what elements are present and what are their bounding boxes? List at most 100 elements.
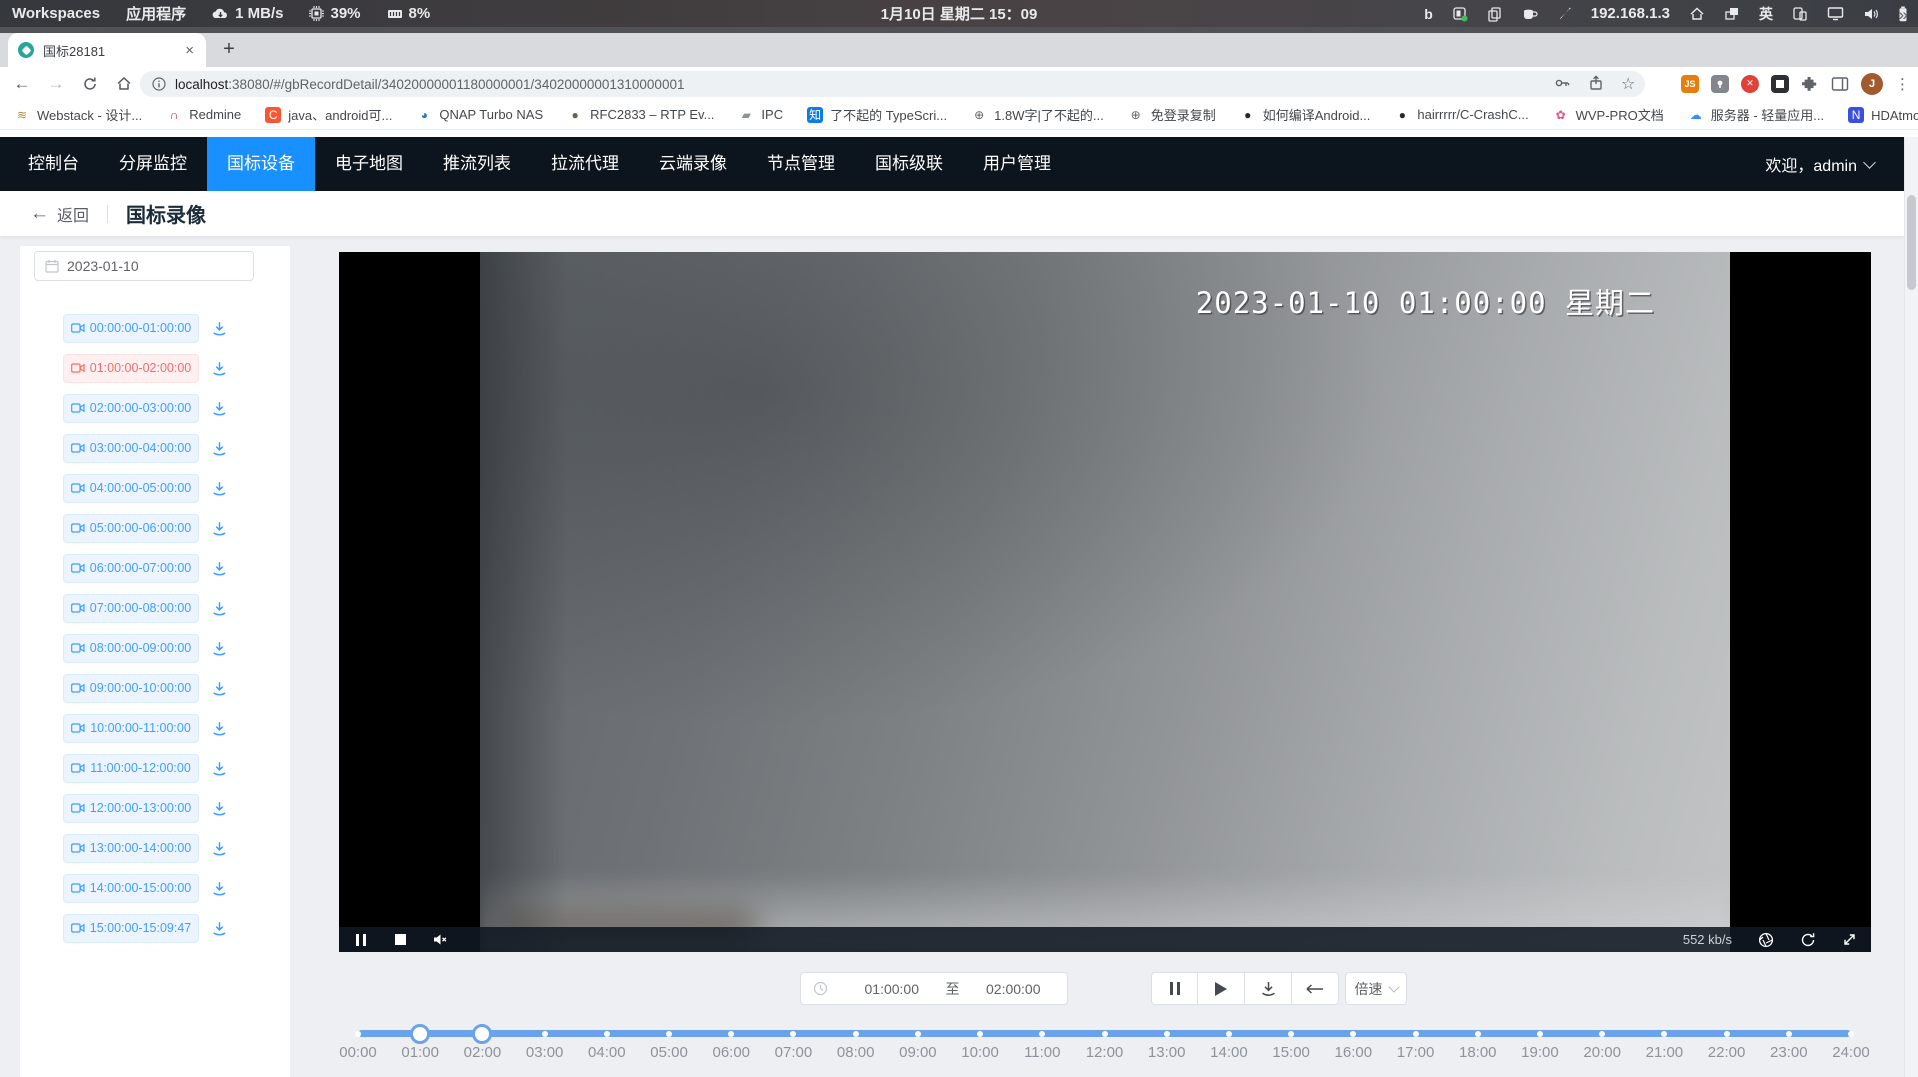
app-indicator-icon[interactable] [1452,6,1468,22]
coffee-icon[interactable] [1521,6,1538,21]
screen-cast-icon[interactable] [1792,6,1808,21]
launcher-icon[interactable]: b [1424,6,1433,22]
time-range-picker[interactable]: 01:00:00 至 02:00:00 [800,972,1068,1005]
pause-button[interactable] [1151,972,1198,1005]
segment-button[interactable]: 02:00:00-03:00:00 [63,394,199,423]
bookmark-item[interactable]: ▰IPC [738,107,783,123]
bookmark-item[interactable]: ∩Redmine [166,107,241,123]
segment-download-icon[interactable] [211,400,228,417]
download-button[interactable] [1245,972,1292,1005]
timeline-handle[interactable] [410,1024,430,1044]
nav-tab-7[interactable]: 云端录像 [639,137,747,191]
play-button[interactable] [1198,972,1245,1005]
segment-button[interactable]: 05:00:00-06:00:00 [63,514,199,543]
segment-button[interactable]: 15:00:00-15:09:47 [63,914,199,943]
extensions-puzzle-icon[interactable] [1801,75,1819,93]
bookmark-item[interactable]: ⊕1.8W字|了不起的... [971,105,1104,124]
bookmark-item[interactable]: ◕QNAP Turbo NAS [416,107,543,123]
timeline-handle[interactable] [472,1024,492,1044]
segment-download-icon[interactable] [211,320,228,337]
nav-tab-4[interactable]: 电子地图 [315,137,423,191]
fullscreen-icon[interactable] [1842,932,1857,947]
bookmarks-overflow-icon[interactable]: » [1899,0,1908,30]
share-icon[interactable] [1587,74,1606,93]
segment-button[interactable]: 03:00:00-04:00:00 [63,434,199,463]
bookmark-item[interactable]: ✿WVP-PRO文档 [1553,105,1664,124]
extension-js-icon[interactable]: JS [1681,75,1699,93]
segment-button[interactable]: 01:00:00-02:00:00 [63,354,199,383]
nav-tab-8[interactable]: 节点管理 [747,137,855,191]
segment-button[interactable]: 07:00:00-08:00:00 [63,594,199,623]
bookmark-item[interactable]: Cjava、android可... [265,105,392,124]
workspaces-button[interactable]: Workspaces [12,5,100,22]
extension-blocker-icon[interactable]: ✕ [1741,75,1759,93]
clipboard-icon[interactable] [1487,6,1502,22]
home-button[interactable] [110,67,138,100]
snapshot-shutter-icon[interactable] [1758,932,1774,948]
segment-button[interactable]: 12:00:00-13:00:00 [63,794,199,823]
bookmark-item[interactable]: ≋Webstack - 设计... [14,105,142,124]
bookmark-item[interactable]: ☁服务器 - 轻量应用... [1688,105,1824,124]
applications-button[interactable]: 应用程序 [126,3,186,24]
user-menu[interactable]: 欢迎，admin [1765,152,1918,176]
player-pause-icon[interactable] [356,934,366,946]
bookmark-item[interactable]: ●如何编译Android... [1240,105,1371,124]
segment-download-icon[interactable] [211,800,228,817]
nav-tab-6[interactable]: 拉流代理 [531,137,639,191]
bookmark-star-icon[interactable]: ☆ [1621,74,1640,93]
segment-download-icon[interactable] [211,840,228,857]
segment-download-icon[interactable] [211,760,228,777]
reload-button[interactable] [76,67,104,100]
segment-button[interactable]: 14:00:00-15:00:00 [63,874,199,903]
ip-address[interactable]: 192.168.1.3 [1591,5,1670,22]
segment-button[interactable]: 06:00:00-07:00:00 [63,554,199,583]
page-scrollbar[interactable] [1904,137,1918,1077]
segment-button[interactable]: 08:00:00-09:00:00 [63,634,199,663]
input-method-indicator[interactable]: 英 [1759,4,1773,24]
display-icon[interactable] [1827,6,1844,21]
back-link[interactable]: 返回 [57,202,89,226]
side-panel-icon[interactable] [1831,76,1849,92]
seek-back-button[interactable] [1292,972,1339,1005]
player-stop-icon[interactable] [395,934,406,945]
segment-button[interactable]: 09:00:00-10:00:00 [63,674,199,703]
back-button[interactable]: ← [8,67,36,100]
segment-download-icon[interactable] [211,680,228,697]
forward-button[interactable]: → [42,67,70,100]
clock[interactable]: 1月10日 星期二 15：09 [881,3,1038,24]
profile-avatar[interactable]: J [1861,73,1883,95]
start-time-value[interactable]: 01:00:00 [838,981,946,997]
speed-select[interactable]: 倍速 [1345,972,1407,1005]
nav-tab-2[interactable]: 分屏监控 [99,137,207,191]
home-icon[interactable] [1689,6,1705,21]
browser-menu-icon[interactable]: ⋮ [1895,75,1910,93]
nav-tab-5[interactable]: 推流列表 [423,137,531,191]
scrollbar-thumb[interactable] [1907,195,1916,290]
segment-download-icon[interactable] [211,920,228,937]
browser-tab[interactable]: 国标28181 × [8,33,206,67]
segment-button[interactable]: 13:00:00-14:00:00 [63,834,199,863]
segment-download-icon[interactable] [211,440,228,457]
date-picker-input[interactable]: 2023-01-10 [34,251,254,281]
segment-download-icon[interactable] [211,480,228,497]
volume-icon[interactable] [1863,7,1879,21]
windows-stack-icon[interactable] [1724,6,1740,21]
nav-tab-3[interactable]: 国标设备 [207,137,315,191]
back-arrow-icon[interactable]: ← [30,203,49,225]
address-bar[interactable]: localhost:38080/#/gbRecordDetail/3402000… [140,71,1645,97]
bookmark-item[interactable]: ●hairrrrr/C-CrashC... [1394,107,1528,123]
nav-tab-9[interactable]: 国标级联 [855,137,963,191]
site-info-icon[interactable] [152,77,166,91]
player-mute-icon[interactable] [433,933,448,946]
segment-download-icon[interactable] [211,880,228,897]
nav-tab-1[interactable]: 控制台 [8,137,99,191]
segment-download-icon[interactable] [211,560,228,577]
segment-download-icon[interactable] [211,520,228,537]
segment-button[interactable]: 11:00:00-12:00:00 [63,754,199,783]
segment-button[interactable]: 04:00:00-05:00:00 [63,474,199,503]
extension-password-icon[interactable] [1711,75,1729,93]
bookmark-item[interactable]: ⊕免登录复制 [1128,105,1216,124]
bookmark-item[interactable]: ●RFC2833 – RTP Ev... [567,107,714,123]
tool-pen-icon[interactable] [1557,6,1572,21]
segment-download-icon[interactable] [211,360,228,377]
